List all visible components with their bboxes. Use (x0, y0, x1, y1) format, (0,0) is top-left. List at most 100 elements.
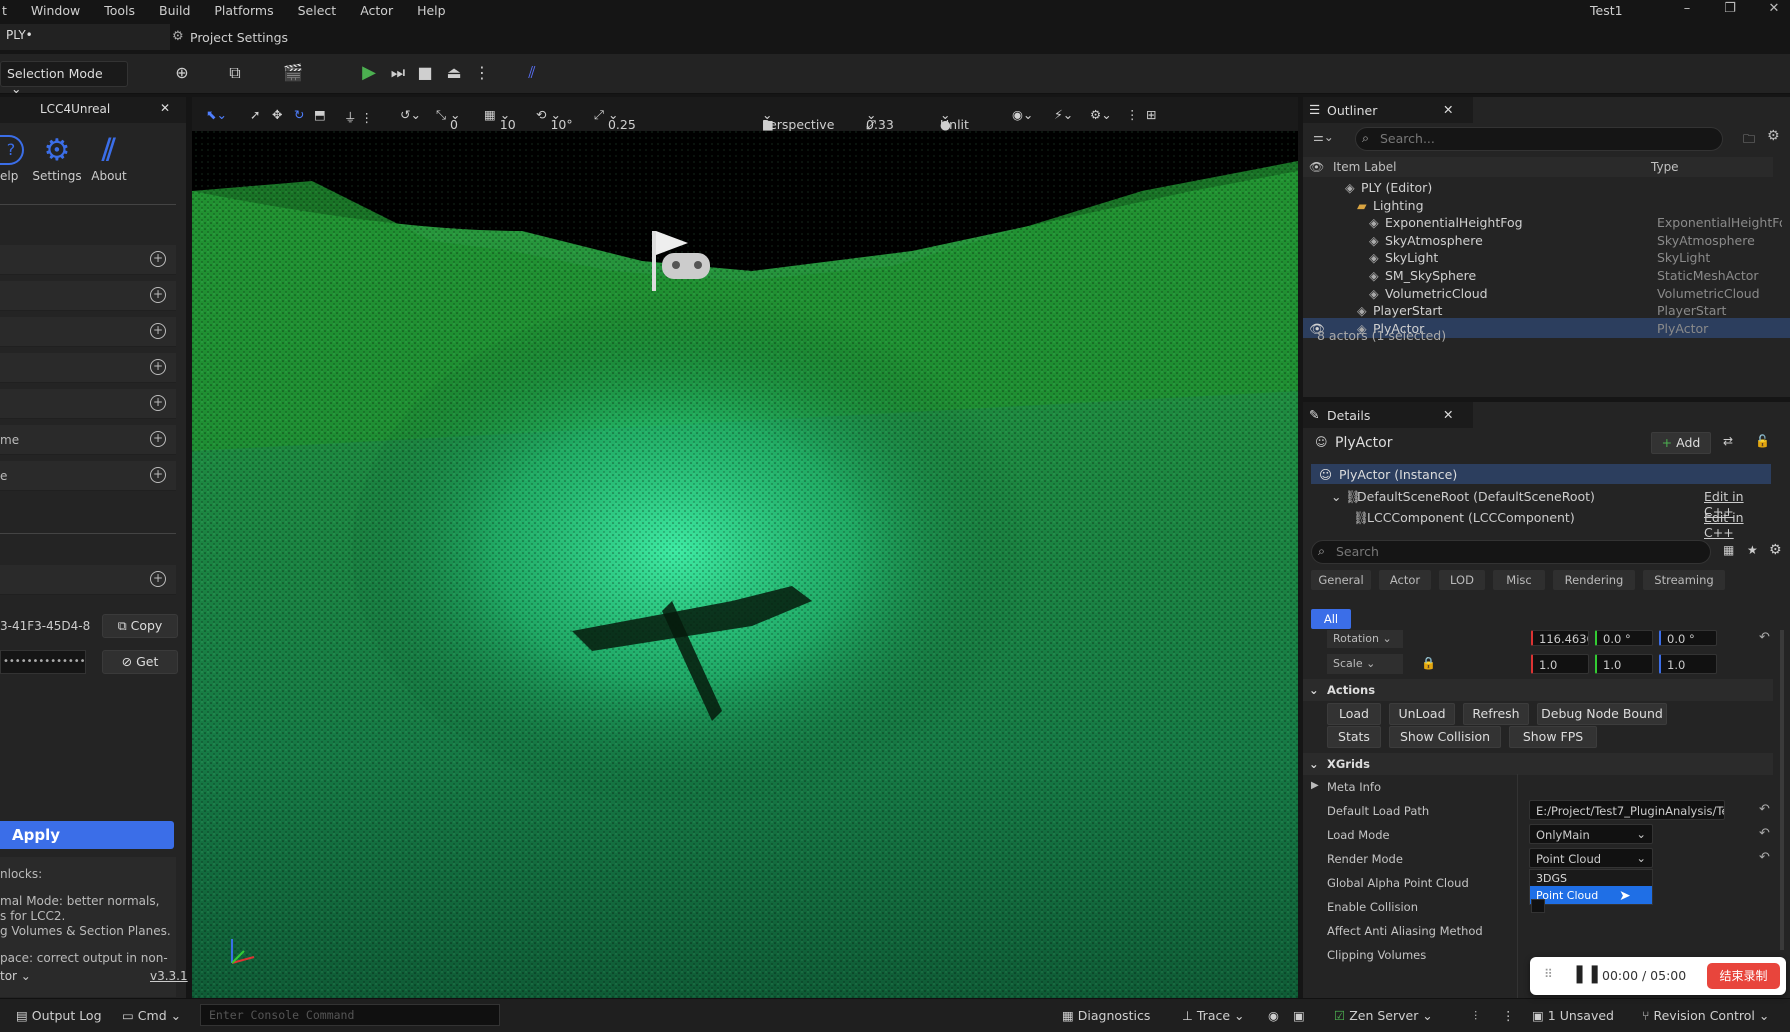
move-icon[interactable]: ✥ (272, 107, 282, 122)
trace-dropdown[interactable]: ⊥ Trace ⌄ (1182, 1008, 1245, 1023)
add-icon[interactable]: + (150, 287, 166, 303)
expand-icon[interactable]: ▶ (1311, 780, 1319, 791)
gear-icon[interactable]: ⚙ (1767, 128, 1780, 144)
option-3dgs[interactable]: 3DGS (1530, 870, 1652, 886)
default-load-path-field[interactable]: E:/Project/Test7_PluginAnalysis/Te (1529, 800, 1725, 820)
xgrids-logo-icon[interactable]: ⫽ (512, 62, 552, 84)
filter-all[interactable]: All (1311, 609, 1351, 629)
settings-row[interactable]: + (0, 389, 176, 419)
blueprint-icon[interactable]: ⇄ (1723, 434, 1733, 448)
enable-collision-checkbox[interactable] (1531, 899, 1545, 913)
add-icon[interactable]: + (150, 571, 166, 587)
column-splitter[interactable] (1517, 774, 1518, 998)
menu-item-tools[interactable]: Tools (92, 3, 147, 18)
viewport-settings-icon[interactable]: ⚙⌄ (1090, 107, 1112, 122)
lcc4unreal-tab[interactable]: LCC4Unreal ✕ (0, 97, 186, 123)
close-tab-icon[interactable]: ✕ (160, 101, 170, 115)
lock-icon[interactable]: 🔓 (1755, 434, 1770, 448)
details-search-input[interactable]: ⌕ Search (1311, 540, 1711, 564)
add-icon[interactable]: + (150, 323, 166, 339)
filter-rendering[interactable]: Rendering (1553, 570, 1635, 590)
cinematics-icon[interactable]: 🎬 (273, 62, 313, 84)
apply-button[interactable]: Apply (0, 821, 174, 849)
minimize-icon[interactable]: – (1675, 0, 1699, 20)
option-point-cloud[interactable]: Point Cloud (1530, 886, 1652, 904)
project-settings-tab[interactable]: Project Settings (190, 30, 288, 45)
settings-row[interactable]: + (0, 353, 176, 383)
settings-row[interactable]: + (0, 281, 176, 311)
menu-item-select[interactable]: Select (286, 3, 349, 18)
pause-icon[interactable]: ❚❚ (1572, 963, 1602, 984)
footer-dropdown[interactable]: tor ⌄ (0, 969, 31, 983)
gear-icon[interactable]: ⚙ (1769, 542, 1782, 558)
filter-icon[interactable]: ⚌⌄ (1313, 130, 1334, 144)
reset-icon[interactable]: ↶ (1759, 850, 1770, 865)
settings-row[interactable]: + (0, 245, 176, 275)
reset-icon[interactable]: ↶ (1759, 826, 1770, 841)
copy-button[interactable]: ⧉ Copy (102, 614, 178, 638)
debug-node-bound-button[interactable]: Debug Node Bound (1537, 703, 1667, 725)
menu-item-file[interactable]: t (0, 3, 19, 18)
menu-item-build[interactable]: Build (147, 3, 202, 18)
add-icon[interactable]: + (150, 251, 166, 267)
outliner-search-input[interactable]: ⌕ Search... (1355, 127, 1723, 151)
cmd-dropdown[interactable]: ▭ Cmd ⌄ (122, 1008, 181, 1023)
rotate-icon[interactable]: ↻ (294, 107, 304, 122)
load-mode-dropdown[interactable]: OnlyMain ⌄ (1529, 824, 1653, 844)
console-command-input[interactable]: Enter Console Command (200, 1004, 500, 1026)
derived-data-icon[interactable]: ⫶ (1474, 1008, 1477, 1024)
component-row-lcc[interactable]: ⛓ LCCComponent (LCCComponent) Edit in C+… (1311, 507, 1771, 540)
world-local-icon[interactable]: ↺⌄ (400, 107, 421, 122)
settings-button[interactable]: ⚙ Settings (32, 135, 82, 184)
component-row-root[interactable]: ⌄ ⛓ DefaultSceneRoot (DefaultSceneRoot) … (1311, 486, 1771, 519)
tree-expand-icon[interactable]: ⌄ (1331, 489, 1341, 504)
filter-lod[interactable]: LOD (1439, 570, 1485, 590)
close-tab-icon[interactable]: ✕ (1443, 407, 1453, 422)
select-icon[interactable]: ➚ (250, 107, 260, 122)
rotation-snap-icon[interactable]: ⟲ 10° ⌄ (536, 107, 573, 132)
add-component-button[interactable]: + Add (1651, 432, 1711, 454)
camera-icon[interactable]: ▣ (1293, 1008, 1305, 1023)
scale-y-field[interactable]: 1.0 (1595, 654, 1653, 674)
selection-mode-dropdown[interactable]: Selection Mode ⌄ (0, 61, 128, 96)
camera-speed-dropdown[interactable]: ⤢ 0.33 ⌄ (866, 107, 894, 132)
column-item-label[interactable]: Item Label (1333, 160, 1397, 174)
add-folder-icon[interactable]: 🗀 (1743, 130, 1755, 151)
settings-row[interactable]: me + (0, 425, 176, 455)
about-button[interactable]: ⫽ About (84, 135, 134, 184)
add-icon[interactable]: + (150, 395, 166, 411)
add-actor-icon[interactable]: ⊕ (162, 62, 202, 84)
surface-snap-icon[interactable]: ⏚ ⋮ (344, 107, 373, 126)
drag-handle-icon[interactable]: ⠿ (1544, 967, 1553, 981)
show-collision-button[interactable]: Show Collision (1389, 726, 1501, 748)
blueprint-icon[interactable]: ⧉ (215, 62, 255, 84)
perspective-dropdown[interactable]: ■ Perspective ⌄ (762, 107, 834, 132)
show-fps-button[interactable]: Show FPS (1509, 726, 1597, 748)
add-icon[interactable]: + (150, 431, 166, 447)
scale-x-field[interactable]: 1.0 (1531, 654, 1589, 674)
realtime-icon[interactable]: ⚡⌄ (1054, 107, 1073, 122)
component-row-instance[interactable]: ☺ PlyActor (Instance) (1311, 464, 1771, 484)
render-mode-dropdown[interactable]: Point Cloud ⌄ (1529, 848, 1653, 868)
zen-server-dropdown[interactable]: ☑ Zen Server ⌄ (1334, 1008, 1433, 1023)
scale-z-field[interactable]: 1.0 (1659, 654, 1717, 674)
actions-section-header[interactable]: ⌄ Actions (1303, 679, 1773, 701)
load-button[interactable]: Load (1327, 703, 1381, 725)
outliner-tab[interactable]: ☰ Outliner ✕ (1303, 97, 1473, 123)
more-options-icon[interactable]: ⋮ (1126, 107, 1139, 122)
unsaved-button[interactable]: ▣ 1 Unsaved (1532, 1008, 1614, 1023)
edit-in-cpp-link[interactable]: Edit in C++ (1704, 510, 1771, 540)
star-icon[interactable]: ★ (1747, 543, 1758, 557)
surface-snapping-icon[interactable]: ⤡ 0 ⌄ (436, 107, 460, 132)
transform-mode-icon[interactable]: ⬉⌄ (206, 107, 227, 122)
grid-snap-icon[interactable]: ▦ 10 ⌄ (484, 107, 516, 132)
menu-item-help[interactable]: Help (405, 3, 458, 18)
menu-item-window[interactable]: Window (19, 3, 92, 18)
column-type[interactable]: Type (1651, 160, 1679, 174)
menu-item-actor[interactable]: Actor (348, 3, 405, 18)
details-scrollbar[interactable] (1780, 630, 1784, 950)
filter-general[interactable]: General (1311, 570, 1371, 590)
lock-icon[interactable]: 🔒 (1421, 656, 1436, 670)
view-mode-dropdown[interactable]: ● Unlit ⌄ (940, 107, 969, 132)
add-icon[interactable]: + (150, 359, 166, 375)
